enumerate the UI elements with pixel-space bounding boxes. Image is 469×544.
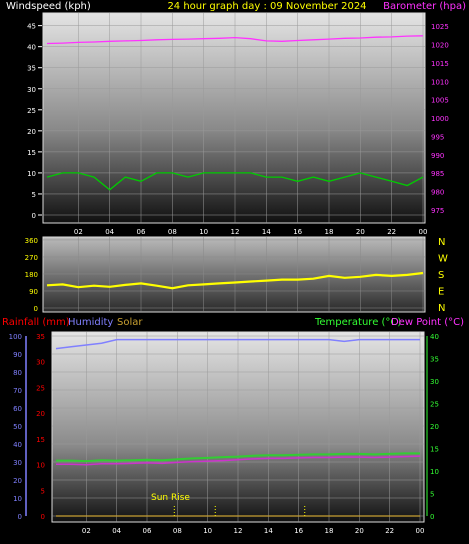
y2-tick-label: 1010 xyxy=(431,78,449,86)
header-right: Barometer (hpa) xyxy=(383,1,466,12)
x-tick-label: 12 xyxy=(231,228,240,236)
y-tick-label: 45 xyxy=(27,23,36,31)
y-tick-label: 40 xyxy=(27,44,36,52)
humidity-tick-label: 0 xyxy=(18,513,22,521)
x-tick-label: 18 xyxy=(325,527,334,535)
temperature-tick-label: 30 xyxy=(430,378,439,386)
direction-letter: E xyxy=(438,287,444,298)
humidity-tick-label: 10 xyxy=(13,495,22,503)
x-tick-label: 16 xyxy=(293,228,302,236)
x-tick-label: 22 xyxy=(387,228,396,236)
x-tick-label: 16 xyxy=(294,527,303,535)
humidity-tick-label: 50 xyxy=(13,423,22,431)
x-tick-label: 18 xyxy=(325,228,334,236)
y2-tick-label: 1025 xyxy=(431,23,449,31)
weather-graph: Windspeed (kph) 24 hour graph day : 09 N… xyxy=(0,0,466,535)
header-center: 24 hour graph day : 09 November 2024 xyxy=(167,1,366,12)
humidity-tick-label: 40 xyxy=(13,441,22,449)
humidity-tick-label: 20 xyxy=(13,477,22,485)
y2-tick-label: 990 xyxy=(431,152,444,160)
temperature-tick-label: 5 xyxy=(430,491,434,499)
x-tick-label: 02 xyxy=(74,228,83,236)
rain-tick-label: 10 xyxy=(36,462,45,470)
legend-dewpoint: Dew Point (°C) xyxy=(391,317,464,328)
direction-letter: N xyxy=(438,237,445,248)
y-tick-label: 30 xyxy=(27,86,36,94)
y-tick-label: 5 xyxy=(32,191,36,199)
temperature-tick-label: 35 xyxy=(430,356,439,364)
legend-temperature: Temperature (°C) xyxy=(314,317,401,328)
y-tick-label: 15 xyxy=(27,149,36,157)
y-tick-label: 10 xyxy=(27,170,36,178)
x-tick-label: 12 xyxy=(234,527,243,535)
x-tick-label: 10 xyxy=(199,228,208,236)
y-tick-label: 270 xyxy=(25,254,38,262)
humidity-tick-label: 80 xyxy=(13,369,22,377)
y-tick-label: 180 xyxy=(25,271,38,279)
y-tick-label: 25 xyxy=(27,107,36,115)
y2-tick-label: 985 xyxy=(431,170,444,178)
temperature-tick-label: 40 xyxy=(430,333,439,341)
x-tick-label: 06 xyxy=(143,527,152,535)
x-tick-label: 20 xyxy=(355,527,364,535)
legend-humidity: Humidity xyxy=(68,317,113,328)
x-tick-label: 02 xyxy=(82,527,91,535)
x-tick-label: 06 xyxy=(137,228,146,236)
temperature-tick-label: 25 xyxy=(430,401,439,409)
humidity-tick-label: 70 xyxy=(13,387,22,395)
humidity-tick-label: 90 xyxy=(13,351,22,359)
header-left: Windspeed (kph) xyxy=(6,1,91,12)
rain-tick-label: 15 xyxy=(36,436,45,444)
direction-letter: N xyxy=(438,303,445,314)
y2-tick-label: 1015 xyxy=(431,60,449,68)
rain-tick-label: 5 xyxy=(41,487,45,495)
x-tick-label: 08 xyxy=(173,527,182,535)
humidity-tick-label: 100 xyxy=(9,333,22,341)
panel-2-background xyxy=(42,236,426,313)
annotation-sun-rise: Sun Rise xyxy=(151,493,190,503)
y-tick-label: 0 xyxy=(34,305,38,313)
x-tick-label: 04 xyxy=(112,527,121,535)
rain-tick-label: 35 xyxy=(36,333,45,341)
direction-letter: S xyxy=(438,270,444,281)
y-tick-label: 90 xyxy=(29,288,38,296)
x-tick-label: 14 xyxy=(264,527,273,535)
y2-tick-label: 980 xyxy=(431,188,444,196)
humidity-tick-label: 60 xyxy=(13,405,22,413)
panel-1-background xyxy=(42,12,426,224)
humidity-tick-label: 30 xyxy=(13,459,22,467)
y2-tick-label: 1005 xyxy=(431,97,449,105)
x-tick-label: 08 xyxy=(168,228,177,236)
x-tick-label: 00 xyxy=(416,527,425,535)
legend-rainfall: Rainfall (mm) xyxy=(2,317,70,328)
temperature-tick-label: 10 xyxy=(430,468,439,476)
y2-tick-label: 1020 xyxy=(431,42,449,50)
x-tick-label: 14 xyxy=(262,228,271,236)
temperature-tick-label: 15 xyxy=(430,446,439,454)
y-tick-label: 20 xyxy=(27,128,36,136)
direction-letter: W xyxy=(438,254,448,265)
rain-tick-label: 30 xyxy=(36,359,45,367)
rain-tick-label: 25 xyxy=(36,384,45,392)
y2-tick-label: 975 xyxy=(431,207,444,215)
temperature-tick-label: 20 xyxy=(430,423,439,431)
y2-tick-label: 995 xyxy=(431,133,444,141)
temperature-tick-label: 0 xyxy=(430,513,434,521)
x-tick-label: 10 xyxy=(203,527,212,535)
y-tick-label: 360 xyxy=(25,237,38,245)
x-tick-label: 00 xyxy=(419,228,428,236)
x-tick-label: 22 xyxy=(385,527,394,535)
x-tick-label: 20 xyxy=(356,228,365,236)
x-tick-label: 04 xyxy=(105,228,114,236)
y-tick-label: 35 xyxy=(27,65,36,73)
y-tick-label: 0 xyxy=(32,212,36,220)
rain-tick-label: 20 xyxy=(36,410,45,418)
rain-tick-label: 0 xyxy=(41,513,45,521)
legend-solar: Solar xyxy=(117,317,143,328)
y2-tick-label: 1000 xyxy=(431,115,449,123)
